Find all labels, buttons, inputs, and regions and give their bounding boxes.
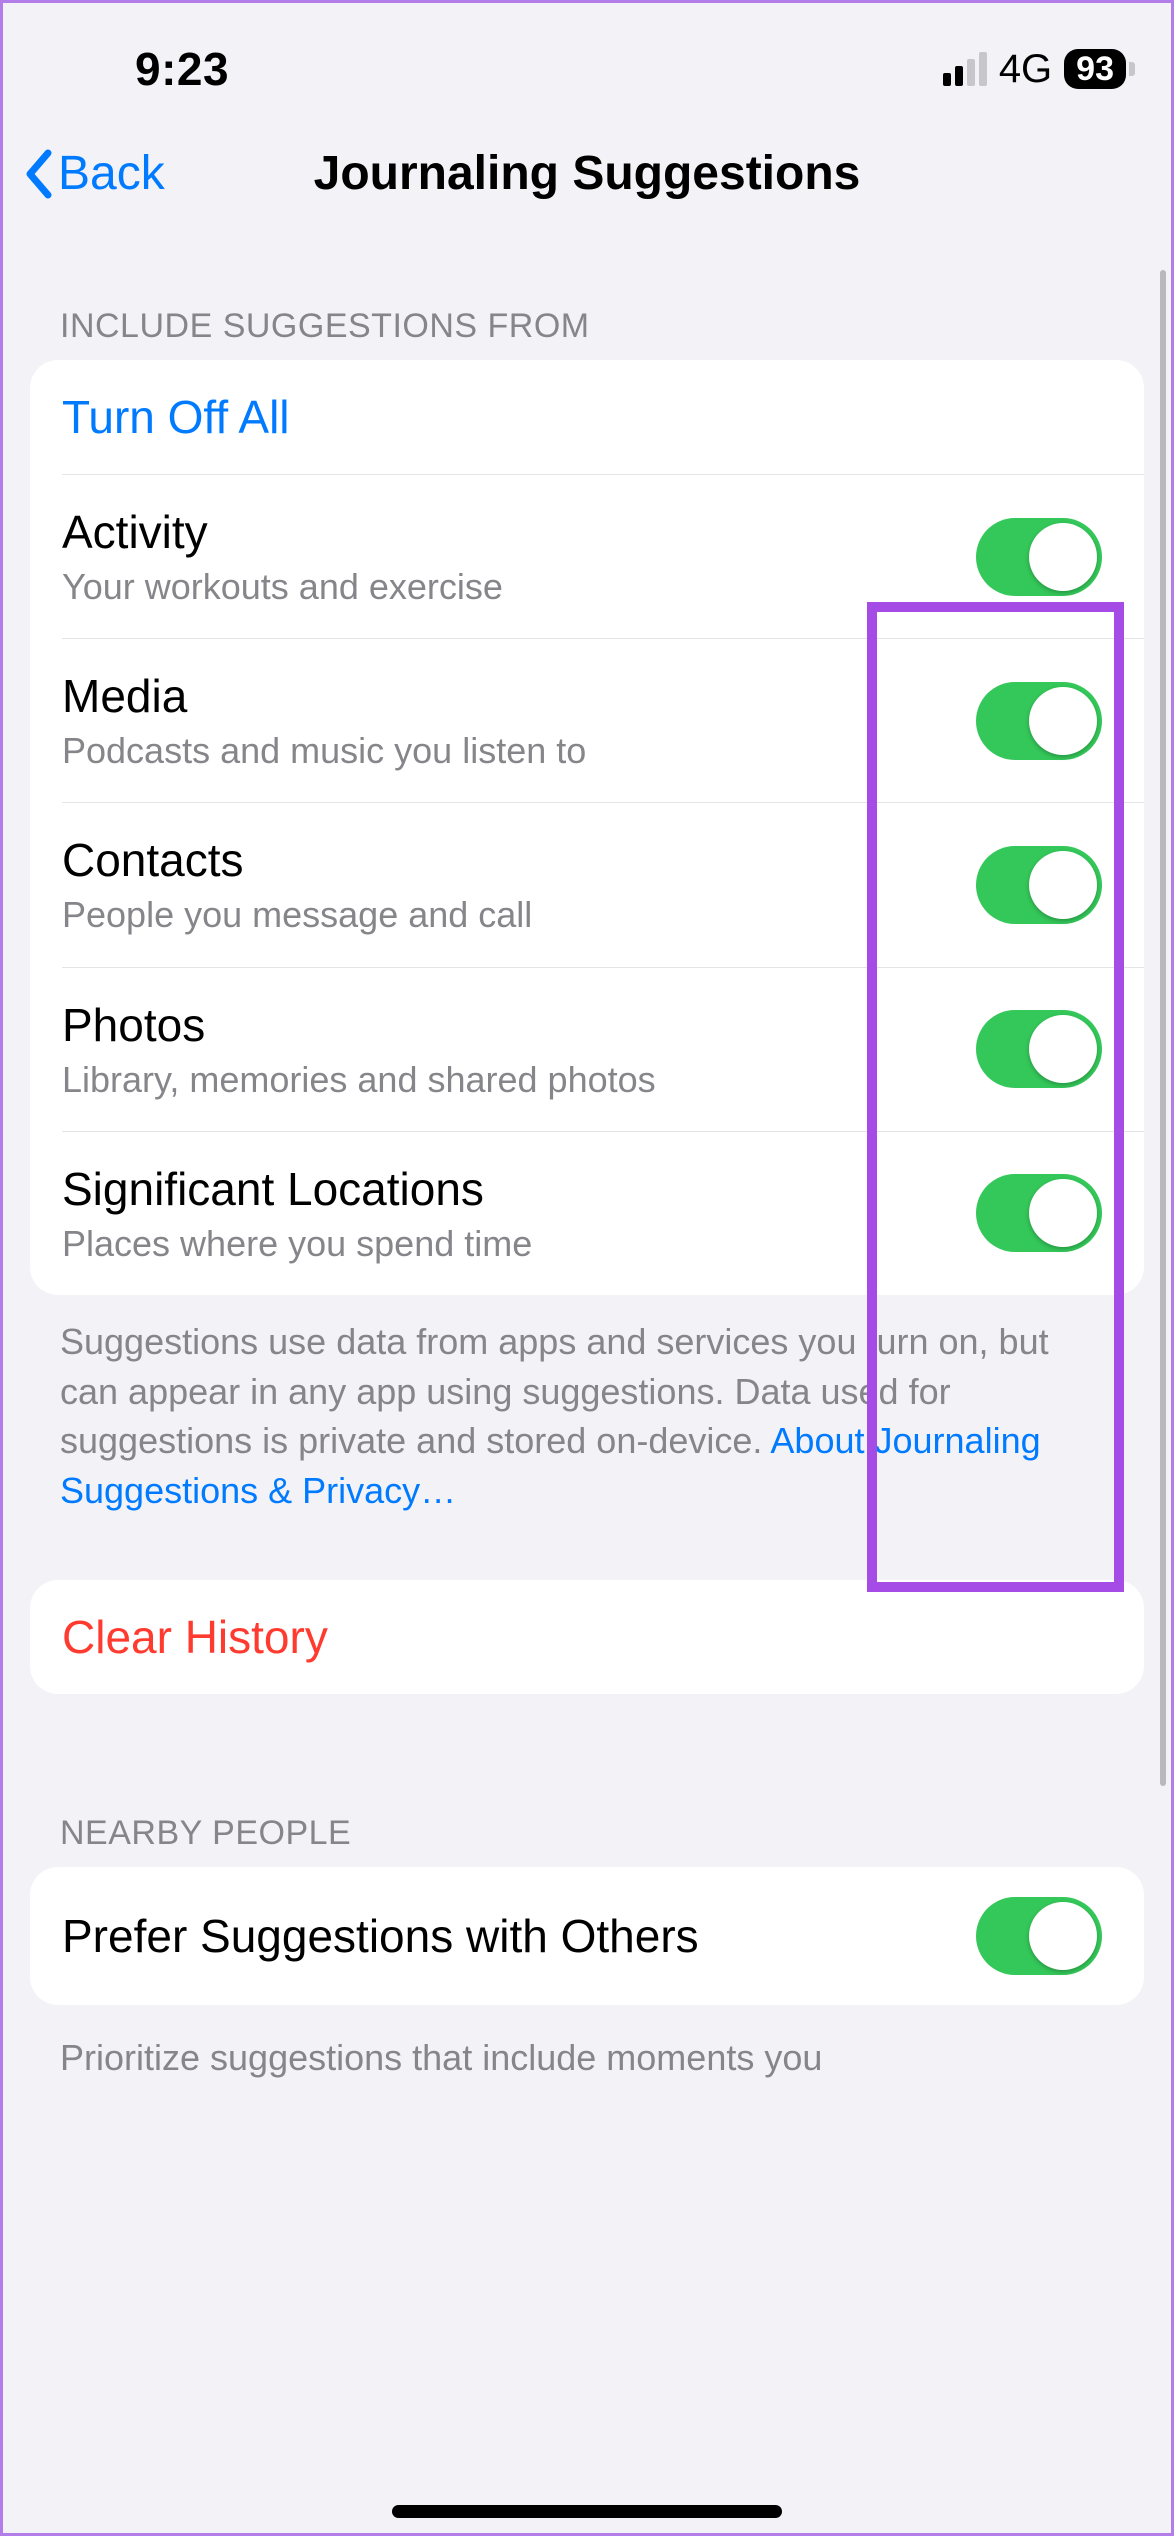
row-sub: Your workouts and exercise (62, 565, 976, 608)
row-title: Prefer Suggestions with Others (62, 1909, 976, 1963)
row-activity: Activity Your workouts and exercise (62, 474, 1144, 638)
row-sub: People you message and call (62, 893, 976, 936)
section2-footer: Prioritize suggestions that include mome… (0, 2005, 1174, 2083)
turn-off-all-label: Turn Off All (62, 390, 290, 444)
toggle-significant-locations[interactable] (976, 1174, 1102, 1252)
section-header-include: Include Suggestions From (0, 237, 1174, 360)
row-title: Contacts (62, 833, 976, 887)
back-button[interactable]: Back (24, 146, 165, 201)
nav-bar: Back Journaling Suggestions (0, 110, 1174, 237)
turn-off-all-button[interactable]: Turn Off All (30, 360, 1144, 474)
suggestions-card: Turn Off All Activity Your workouts and … (30, 360, 1144, 1295)
toggle-photos[interactable] (976, 1010, 1102, 1088)
cellular-signal-icon (943, 52, 987, 86)
chevron-left-icon (24, 149, 54, 199)
scroll-indicator (1160, 270, 1166, 1786)
clear-history-card: Clear History (30, 1580, 1144, 1694)
network-label: 4G (999, 47, 1052, 92)
row-sub: Places where you spend time (62, 1222, 976, 1265)
status-bar: 9:23 4G 93 (0, 0, 1174, 110)
clear-history-label: Clear History (62, 1610, 328, 1664)
row-photos: Photos Library, memories and shared phot… (62, 967, 1144, 1131)
row-title: Photos (62, 998, 976, 1052)
back-label: Back (58, 146, 165, 201)
page-title: Journaling Suggestions (0, 146, 1174, 201)
row-contacts: Contacts People you message and call (62, 802, 1144, 966)
nearby-card: Prefer Suggestions with Others (30, 1867, 1144, 2005)
battery-icon: 93 (1064, 49, 1126, 89)
toggle-prefer-others[interactable] (976, 1897, 1102, 1975)
row-title: Activity (62, 505, 976, 559)
row-sub: Library, memories and shared photos (62, 1058, 976, 1101)
toggle-activity[interactable] (976, 518, 1102, 596)
row-title: Significant Locations (62, 1162, 976, 1216)
toggle-media[interactable] (976, 682, 1102, 760)
status-right: 4G 93 (943, 47, 1126, 92)
section1-footer: Suggestions use data from apps and servi… (0, 1295, 1174, 1516)
row-media: Media Podcasts and music you listen to (62, 638, 1144, 802)
status-time: 9:23 (135, 42, 229, 96)
row-prefer-others: Prefer Suggestions with Others (30, 1867, 1144, 2005)
section-header-nearby: Nearby People (0, 1694, 1174, 1867)
clear-history-button[interactable]: Clear History (30, 1580, 1144, 1694)
row-sub: Podcasts and music you listen to (62, 729, 976, 772)
row-title: Media (62, 669, 976, 723)
row-significant-locations: Significant Locations Places where you s… (62, 1131, 1144, 1295)
toggle-contacts[interactable] (976, 846, 1102, 924)
home-indicator (392, 2505, 782, 2518)
